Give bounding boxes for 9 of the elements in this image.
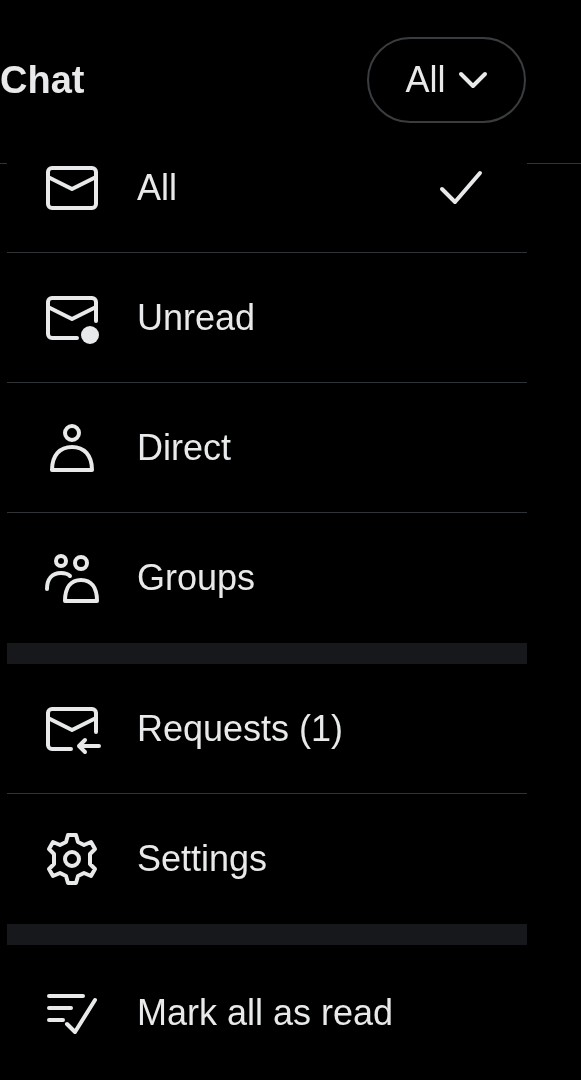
menu-item[interactable]: Requests (1) [7, 664, 527, 794]
menu-item[interactable]: Direct [7, 383, 527, 513]
menu-item[interactable]: All [7, 123, 527, 253]
page-title: Chat [0, 61, 85, 99]
menu-item[interactable]: Groups [7, 513, 527, 643]
menu-item[interactable]: Unread [7, 253, 527, 383]
menu-item[interactable]: Settings [7, 794, 527, 924]
chevron-icon [457, 71, 488, 89]
menu-item[interactable]: Mark all as read [7, 945, 527, 1080]
